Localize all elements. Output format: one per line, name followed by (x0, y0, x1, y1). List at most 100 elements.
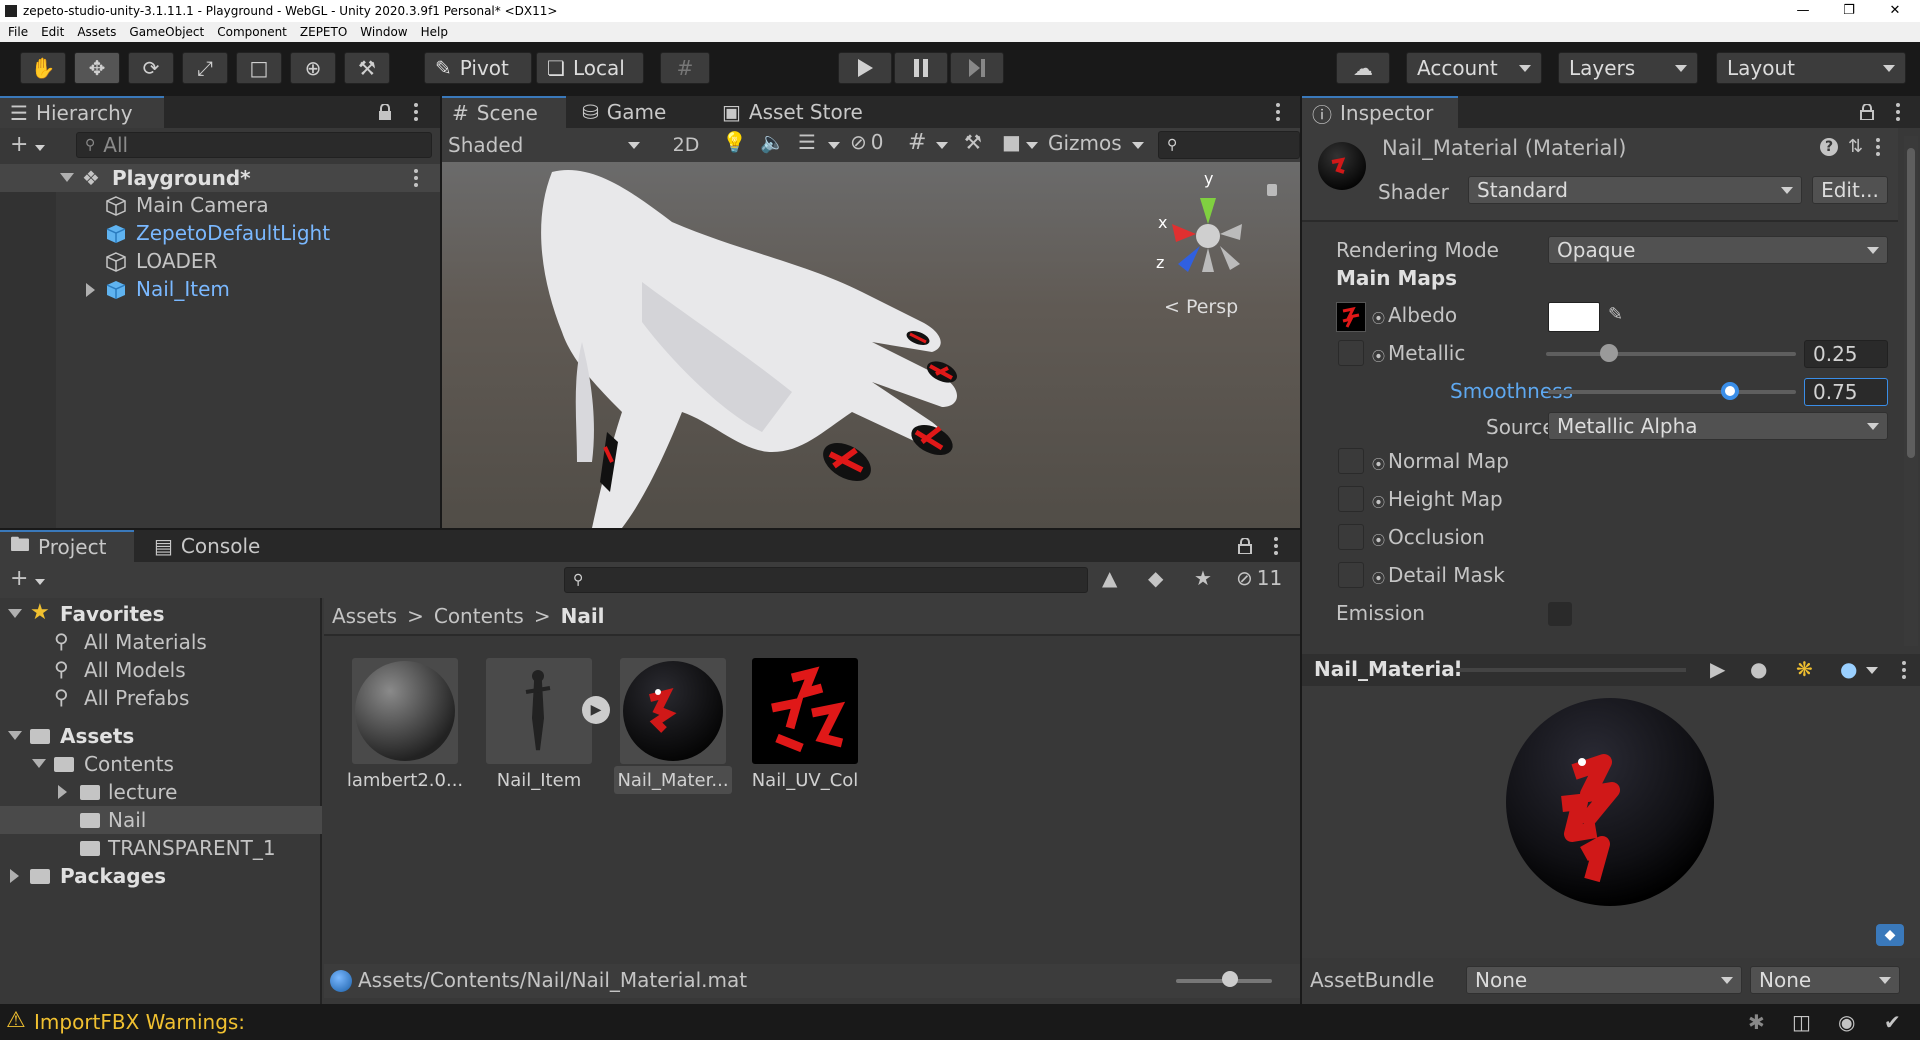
folder-row[interactable]: lecture (0, 778, 322, 806)
grid-snap-icon[interactable]: # (660, 52, 710, 84)
smoothness-slider-knob[interactable] (1721, 382, 1739, 400)
toggle-2d-button[interactable]: 2D (664, 131, 708, 159)
component-menu-icon[interactable] (1876, 138, 1880, 156)
asset-thumbnail-lambert[interactable] (352, 658, 458, 764)
tab-game[interactable]: ⛁ Game (572, 96, 676, 128)
menu-zepeto[interactable]: ZEPETO (300, 25, 347, 39)
object-picker-icon[interactable]: ⦿ (1372, 308, 1385, 327)
smoothness-value-field[interactable]: 0.75 (1804, 378, 1888, 406)
tab-inspector[interactable]: ⓘ Inspector (1302, 96, 1458, 128)
packages-row[interactable]: Packages (0, 862, 322, 890)
asset-name[interactable]: lambert2.0... (340, 770, 470, 791)
persp-label[interactable]: < Persp (1164, 296, 1238, 318)
hidden-objects-toggle[interactable]: ⊘ 0 (850, 130, 884, 154)
menu-file[interactable]: File (8, 25, 28, 39)
status-message[interactable]: ImportFBX Warnings: (34, 1010, 245, 1034)
menu-assets[interactable]: Assets (77, 25, 116, 39)
asset-thumbnail-nail-uv-col[interactable] (752, 658, 858, 764)
object-picker-icon[interactable]: ⦿ (1372, 530, 1385, 549)
lighting-bulb-icon[interactable]: 💡 (722, 130, 747, 154)
hidden-packages-toggle[interactable]: ⊘ 11 (1236, 566, 1282, 590)
scene-menu-icon[interactable] (1276, 103, 1280, 121)
transform-tool-icon[interactable]: ⊕ (290, 52, 336, 84)
thumbnail-size-knob[interactable] (1222, 971, 1238, 987)
debug-bug-icon[interactable]: ✱ (1748, 1010, 1765, 1034)
smoothness-source-dropdown[interactable]: Metallic Alpha (1548, 412, 1888, 440)
lock-icon[interactable] (1860, 104, 1874, 120)
tools-icon[interactable]: ⚒ (964, 130, 982, 154)
occlusion-texture-slot[interactable] (1338, 524, 1364, 550)
account-dropdown[interactable]: Account (1406, 52, 1542, 84)
rect-tool-icon[interactable]: □ (236, 52, 282, 84)
expand-arrow-icon[interactable] (58, 785, 67, 799)
grid-toggle-icon[interactable]: # (908, 130, 926, 155)
normal-map-texture-slot[interactable] (1338, 448, 1364, 474)
shading-mode-dropdown[interactable]: Shaded (448, 131, 648, 159)
minimize-button[interactable]: — (1780, 0, 1826, 22)
scene-search-input[interactable]: ⚲ (1158, 131, 1300, 159)
maximize-button[interactable]: ❐ (1826, 0, 1872, 22)
breadcrumb-contents[interactable]: Contents (434, 604, 524, 628)
expand-arrow-icon[interactable] (8, 731, 22, 740)
contents-row[interactable]: Contents (0, 750, 322, 778)
assetbundle-dropdown[interactable]: None (1466, 966, 1742, 994)
expand-arrow-icon[interactable] (10, 869, 19, 883)
lock-icon[interactable] (378, 104, 392, 120)
move-tool-icon[interactable]: ✥ (74, 52, 120, 84)
layout-dropdown[interactable]: Layout (1716, 52, 1906, 84)
step-button[interactable] (950, 52, 1004, 84)
tab-asset-store[interactable]: ▣ Asset Store (712, 96, 873, 128)
pause-button[interactable] (894, 52, 948, 84)
help-icon[interactable]: ? (1820, 138, 1838, 156)
check-circle-icon[interactable]: ✔ (1884, 1010, 1901, 1034)
preview-shape-icon[interactable]: ● (1750, 657, 1767, 681)
hand-tool-icon[interactable]: ✋ (20, 52, 66, 84)
layers-dropdown[interactable]: Layers (1558, 52, 1698, 84)
hierarchy-item[interactable]: LOADER (0, 248, 440, 276)
asset-name[interactable]: Nail_Mater... (608, 770, 738, 791)
expand-prefab-play-icon[interactable]: ▶ (582, 696, 610, 724)
albedo-color-swatch[interactable] (1548, 302, 1600, 332)
shader-dropdown[interactable]: Standard (1468, 176, 1802, 204)
scale-tool-icon[interactable]: ⤢ (182, 52, 228, 84)
scrollbar-thumb[interactable] (1907, 148, 1915, 458)
chevron-down-icon[interactable] (1026, 142, 1038, 149)
chevron-down-icon[interactable] (1866, 667, 1878, 674)
eyedropper-icon[interactable]: ✎ (1608, 304, 1623, 325)
object-picker-icon[interactable]: ⦿ (1372, 346, 1385, 365)
breadcrumb-assets[interactable]: Assets (332, 604, 397, 628)
folder-row[interactable]: TRANSPARENT_1 (0, 834, 322, 862)
play-button[interactable] (838, 52, 892, 84)
rotate-tool-icon[interactable]: ⟳ (128, 52, 174, 84)
audio-speaker-icon[interactable]: 🔈 (760, 130, 785, 154)
local-button[interactable]: ❏ Local (536, 52, 644, 84)
cache-server-icon[interactable]: ◫ (1792, 1010, 1811, 1034)
pivot-button[interactable]: ✎ Pivot (424, 52, 532, 84)
assetbundle-variant-dropdown[interactable]: None (1750, 966, 1900, 994)
gizmo-lock-icon[interactable] (1267, 184, 1277, 196)
menu-component[interactable]: Component (217, 25, 287, 39)
tab-hierarchy[interactable]: ☰ Hierarchy (0, 96, 164, 128)
menu-gameobject[interactable]: GameObject (129, 25, 204, 39)
hierarchy-menu-icon[interactable] (414, 103, 418, 121)
breadcrumb-nail[interactable]: Nail (561, 604, 605, 628)
asset-name[interactable]: Nail_UV_Col (740, 770, 870, 791)
favorite-item[interactable]: ⚲ All Models (0, 656, 322, 684)
preview-drag-handle[interactable] (1456, 668, 1686, 672)
asset-thumbnail-nail-material[interactable] (620, 658, 726, 764)
smoothness-slider-track[interactable] (1548, 390, 1796, 394)
hierarchy-search-input[interactable]: ⚲ All (76, 132, 432, 158)
asset-label-tag-icon[interactable]: ◆ (1876, 924, 1904, 946)
asset-name[interactable]: Nail_Item (474, 770, 604, 791)
scene-viewport[interactable]: y x z < Persp (442, 162, 1300, 528)
object-picker-icon[interactable]: ⦿ (1372, 454, 1385, 473)
create-button[interactable]: + (10, 566, 46, 591)
emission-checkbox[interactable] (1548, 602, 1572, 626)
add-button[interactable]: + (10, 132, 46, 157)
material-preview-area[interactable]: ◆ (1302, 686, 1920, 958)
favorite-item[interactable]: ⚲ All Prefabs (0, 684, 322, 712)
hierarchy-item[interactable]: ZepetoDefaultLight (0, 220, 440, 248)
metallic-texture-slot[interactable] (1338, 340, 1364, 366)
menu-help[interactable]: Help (421, 25, 448, 39)
expand-arrow-icon[interactable] (32, 759, 46, 768)
